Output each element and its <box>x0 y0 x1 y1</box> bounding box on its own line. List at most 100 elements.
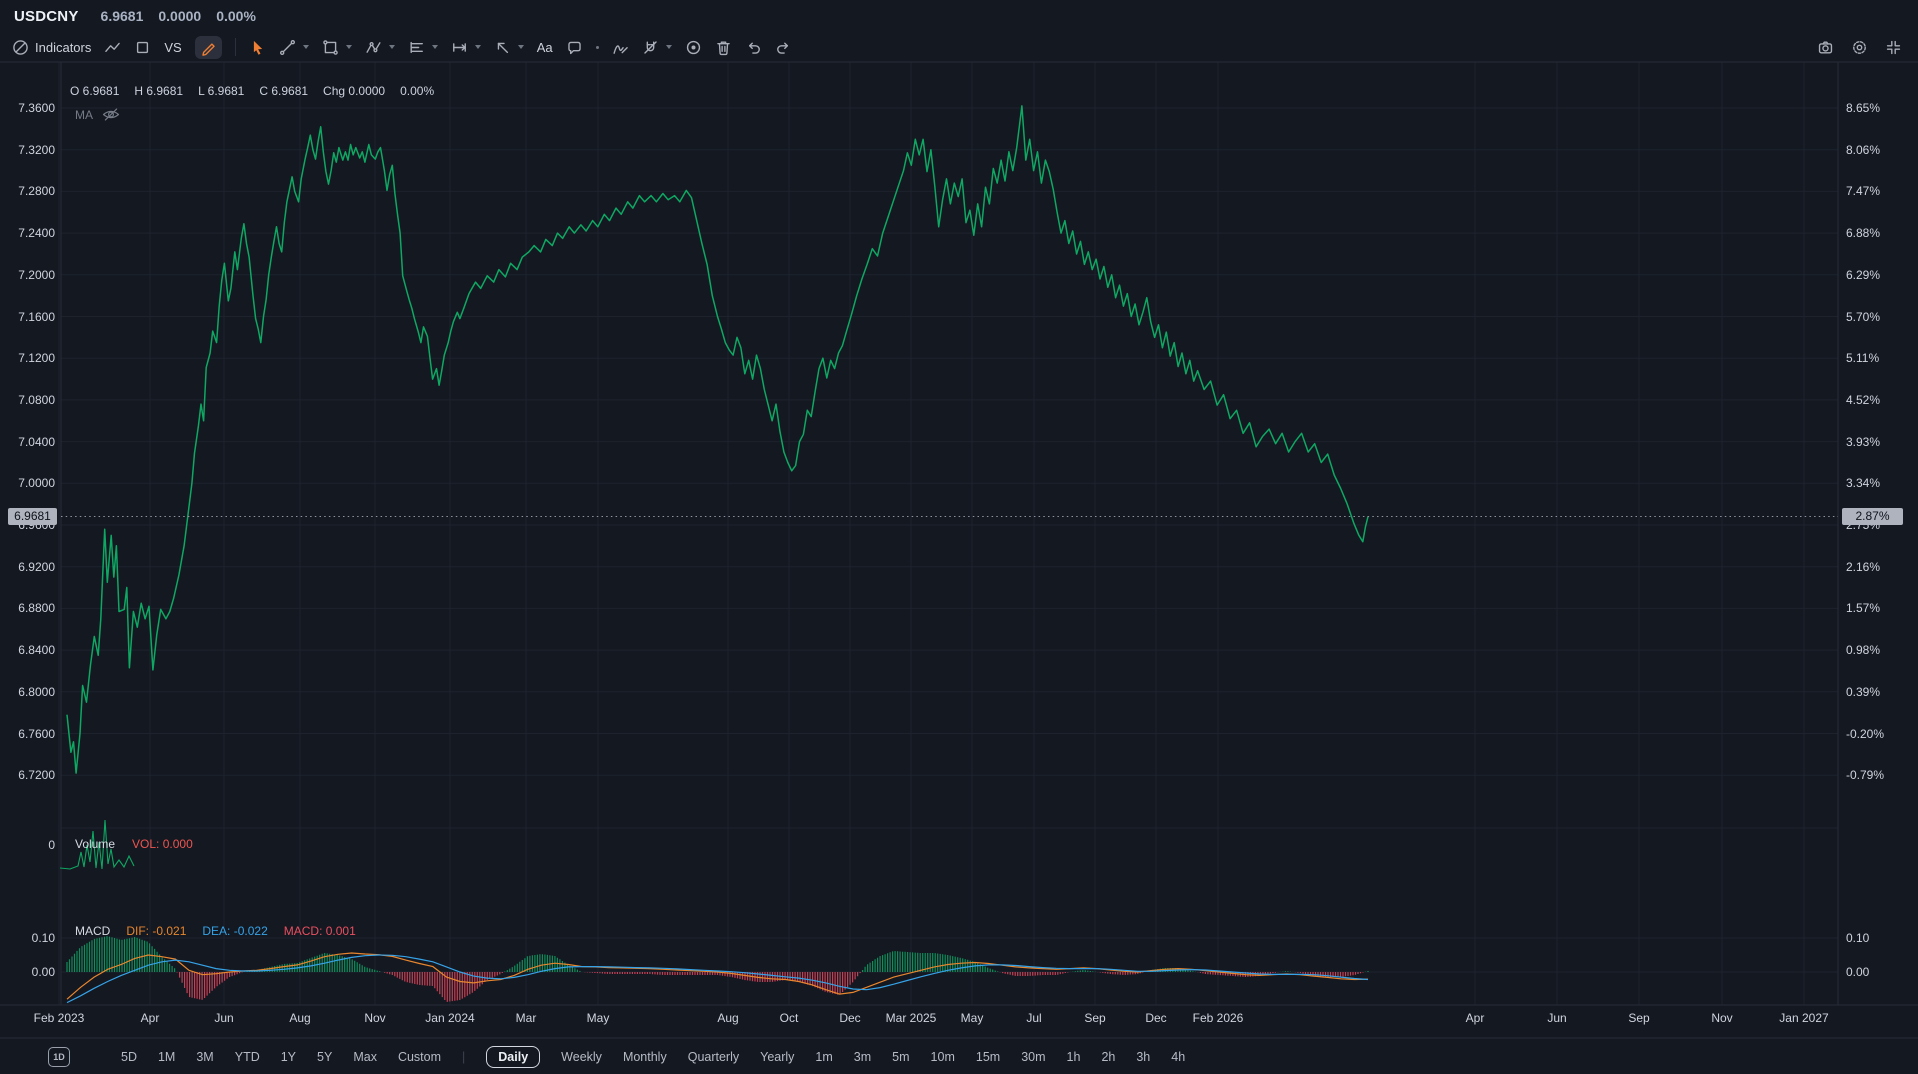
time-axis-label: May <box>961 1010 984 1026</box>
timeframe-4h[interactable]: 4h <box>1171 1050 1185 1064</box>
timeframe-3h[interactable]: 3h <box>1136 1050 1150 1064</box>
timeframe-weekly[interactable]: Weekly <box>561 1050 602 1064</box>
ohlc-legend-item: C 6.9681 <box>259 84 308 98</box>
timeframe-yearly[interactable]: Yearly <box>760 1050 794 1064</box>
macd-dea-value: DEA: -0.022 <box>202 924 267 938</box>
timeframe-5y[interactable]: 5Y <box>317 1050 332 1064</box>
price-axis-label: 7.3600 <box>0 100 55 116</box>
pct-axis-label: 8.06% <box>1846 142 1880 158</box>
pct-axis-label: -0.79% <box>1846 767 1884 783</box>
price-axis-label: 7.2400 <box>0 225 55 241</box>
ohlc-legend-item: Chg 0.0000 <box>323 84 385 98</box>
pct-axis-label: 5.11% <box>1846 350 1879 366</box>
pct-axis-label: 5.70% <box>1846 309 1880 325</box>
time-axis-label: Jul <box>1026 1010 1041 1026</box>
pct-axis-label: 8.65% <box>1846 100 1880 116</box>
timeframe-daily[interactable]: Daily <box>486 1046 540 1068</box>
timeframe-1m[interactable]: 1M <box>158 1050 175 1064</box>
ohlc-legend-item: H 6.9681 <box>134 84 183 98</box>
timeframe-10m[interactable]: 10m <box>931 1050 955 1064</box>
eye-off-icon[interactable] <box>102 107 120 122</box>
time-axis-label: Jan 2024 <box>425 1010 474 1026</box>
timeframe-15m[interactable]: 15m <box>976 1050 1000 1064</box>
trading-app: USDCNY 6.9681 0.0000 0.00% IndicatorsVSA… <box>0 0 1918 1074</box>
timeframe-2h[interactable]: 2h <box>1101 1050 1115 1064</box>
price-axis-label: 7.0400 <box>0 434 55 450</box>
volume-axis-label: 0 <box>0 837 55 853</box>
time-axis-label: Aug <box>289 1010 310 1026</box>
ma-indicator-row[interactable]: MA <box>75 107 120 122</box>
timeframe-3m[interactable]: 3m <box>854 1050 871 1064</box>
time-axis-label: Jan 2027 <box>1779 1010 1828 1026</box>
timeframe-max[interactable]: Max <box>353 1050 377 1064</box>
ohlc-legend-item: O 6.9681 <box>70 84 119 98</box>
macd-dif-value: DIF: -0.021 <box>126 924 186 938</box>
ohlc-legend: O 6.9681 H 6.9681 L 6.9681 C 6.9681 Chg 0.00… <box>70 84 434 98</box>
macd-axis-label: 0.00 <box>1846 964 1869 980</box>
time-axis-label: Dec <box>1145 1010 1166 1026</box>
timeframe-ytd[interactable]: YTD <box>235 1050 260 1064</box>
ohlc-legend-item: L 6.9681 <box>198 84 244 98</box>
timeframe-1m[interactable]: 1m <box>815 1050 832 1064</box>
pct-axis-label: 6.29% <box>1846 267 1880 283</box>
timeframe-bar: 1D 5D1M3MYTD1Y5YMaxCustom|DailyWeeklyMon… <box>0 1039 1918 1074</box>
price-axis-label: 6.7600 <box>0 726 55 742</box>
price-axis-label: 6.8400 <box>0 642 55 658</box>
price-axis-label: 7.0000 <box>0 475 55 491</box>
time-axis-label: Nov <box>1711 1010 1732 1026</box>
macd-histogram-positive <box>67 936 1368 972</box>
pct-axis-label: -0.20% <box>1846 726 1884 742</box>
last-price-chip: 6.9681 <box>8 508 57 525</box>
pct-axis-label: 4.52% <box>1846 392 1880 408</box>
price-line[interactable] <box>67 106 1368 773</box>
timeframe-custom[interactable]: Custom <box>398 1050 441 1064</box>
chart-canvas[interactable] <box>0 0 1918 1074</box>
timeframe-5d[interactable]: 5D <box>121 1050 137 1064</box>
price-axis-label: 7.1600 <box>0 309 55 325</box>
macd-histogram-negative <box>177 972 1363 1002</box>
price-axis-label: 7.2000 <box>0 267 55 283</box>
time-axis-label: Sep <box>1628 1010 1649 1026</box>
time-axis-label: Apr <box>141 1010 160 1026</box>
time-axis-label: Apr <box>1466 1010 1485 1026</box>
ma-label: MA <box>75 108 93 122</box>
macd-dif-line <box>67 953 1368 999</box>
timeframe-5m[interactable]: 5m <box>892 1050 909 1064</box>
time-axis-label: Mar <box>516 1010 537 1026</box>
pct-axis-label: 0.39% <box>1846 684 1880 700</box>
timeframe-1y[interactable]: 1Y <box>281 1050 296 1064</box>
time-axis-label: Nov <box>364 1010 385 1026</box>
time-axis-label: Aug <box>717 1010 738 1026</box>
time-axis-label: May <box>587 1010 610 1026</box>
price-axis-label: 7.1200 <box>0 350 55 366</box>
macd-title: MACD <box>75 924 110 938</box>
pct-axis-label: 3.34% <box>1846 475 1880 491</box>
volume-title: Volume <box>75 837 115 851</box>
price-axis-label: 6.7200 <box>0 767 55 783</box>
timeframe-3m[interactable]: 3M <box>196 1050 213 1064</box>
macd-axis-label: 0.10 <box>0 930 55 946</box>
time-axis-label: Mar 2025 <box>886 1010 937 1026</box>
macd-axis-label: 0.00 <box>0 964 55 980</box>
macd-dea-line <box>67 955 1368 1003</box>
price-axis-label: 6.9200 <box>0 559 55 575</box>
pct-axis-label: 0.98% <box>1846 642 1880 658</box>
timeframe-monthly[interactable]: Monthly <box>623 1050 667 1064</box>
ohlc-legend-item: 0.00% <box>400 84 434 98</box>
time-axis-label: Sep <box>1084 1010 1105 1026</box>
timeframe-1h[interactable]: 1h <box>1067 1050 1081 1064</box>
period-badge[interactable]: 1D <box>48 1047 70 1067</box>
volume-legend: Volume VOL: 0.000 <box>75 837 193 851</box>
macd-axis-label: 0.10 <box>1846 930 1869 946</box>
time-axis-label: Jun <box>1547 1010 1566 1026</box>
time-axis-label: Dec <box>839 1010 860 1026</box>
timeframe-quarterly[interactable]: Quarterly <box>688 1050 739 1064</box>
timeframe-30m[interactable]: 30m <box>1021 1050 1045 1064</box>
pct-axis-label: 2.16% <box>1846 559 1880 575</box>
price-axis-label: 6.8800 <box>0 600 55 616</box>
volume-value: VOL: 0.000 <box>132 837 193 851</box>
time-axis-label: Oct <box>780 1010 799 1026</box>
pct-axis-label: 6.88% <box>1846 225 1880 241</box>
price-axis-label: 6.8000 <box>0 684 55 700</box>
price-axis-label: 7.0800 <box>0 392 55 408</box>
